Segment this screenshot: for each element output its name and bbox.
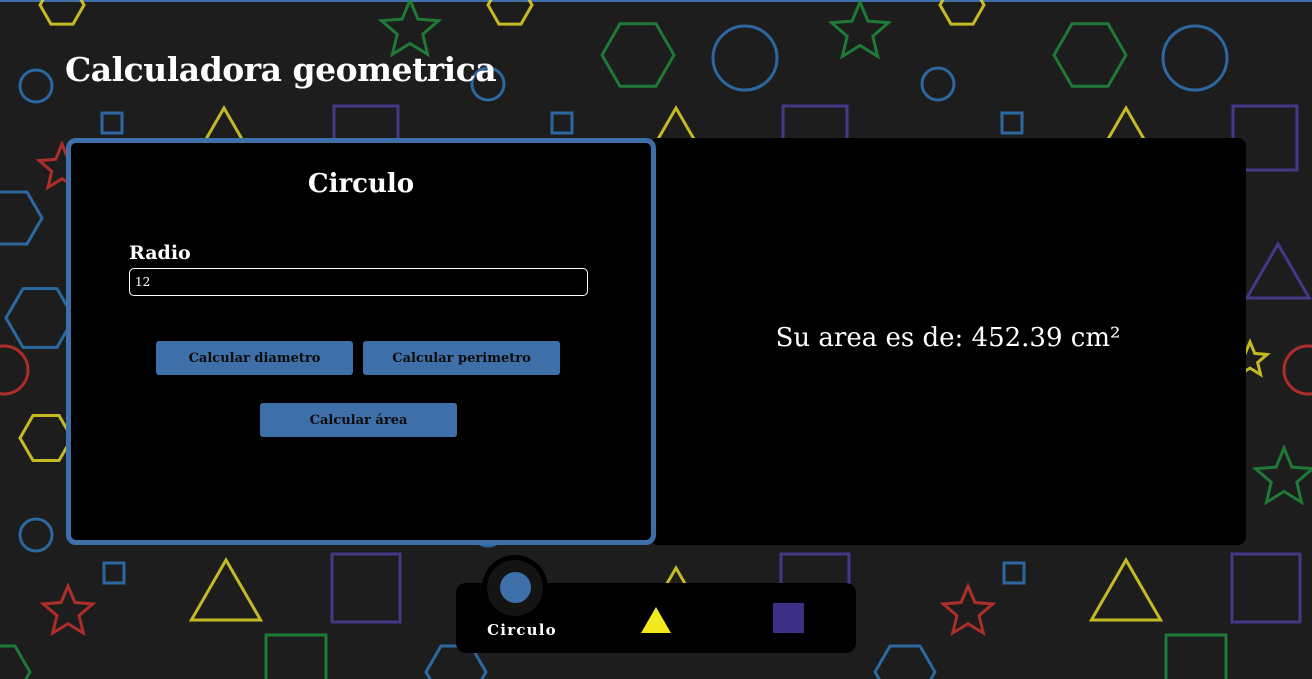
calculator-panel: Circulo Radio Calcular diametro Calcular…: [66, 138, 656, 545]
doodle-tri: [188, 556, 264, 622]
doodle-sq: [100, 111, 124, 135]
doodle-circ: [1282, 344, 1312, 396]
doodle-hex: [38, 0, 86, 26]
doodle-hex: [486, 0, 534, 26]
doodle-tri: [202, 105, 246, 143]
shape-title: Circulo: [307, 169, 415, 199]
app-window: Calculadora geometrica Su area es de: 45…: [0, 0, 1312, 679]
calculate-diameter-button[interactable]: Calcular diametro: [156, 341, 353, 375]
doodle-star: [1251, 444, 1312, 506]
doodle-circ: [18, 68, 54, 104]
doodle-tri: [1104, 105, 1148, 143]
doodle-sq: [102, 561, 126, 585]
doodle-star: [827, 0, 893, 60]
doodle-hex: [1052, 22, 1128, 88]
doodle-hex: [600, 22, 676, 88]
radius-label: Radio: [129, 242, 191, 264]
doodle-sq: [1000, 111, 1024, 135]
doodle-star: [939, 582, 997, 637]
doodle-circ: [711, 24, 779, 92]
doodle-star: [377, 0, 443, 58]
calculate-perimeter-button[interactable]: Calcular perimetro: [363, 341, 560, 375]
doodle-circ: [18, 517, 54, 553]
doodle-tri: [654, 105, 698, 143]
doodle-tri: [1244, 241, 1312, 300]
calculate-area-button[interactable]: Calcular área: [260, 403, 457, 437]
doodle-circ: [1161, 24, 1229, 92]
result-text: Su area es de: 452.39 cm²: [775, 322, 1121, 353]
doodle-star: [39, 582, 97, 637]
doodle-sq: [1002, 561, 1026, 585]
doodle-circ: [920, 66, 956, 102]
doodle-sq: [1164, 633, 1228, 679]
doodle-hex: [0, 644, 32, 679]
doodle-hex: [18, 414, 74, 462]
doodle-sq: [1230, 552, 1302, 624]
doodle-hex: [4, 287, 76, 349]
triangle-icon[interactable]: [640, 606, 672, 634]
result-panel: Su area es de: 452.39 cm²: [650, 138, 1246, 545]
radius-input[interactable]: [129, 268, 588, 296]
circle-icon[interactable]: [500, 572, 531, 603]
doodle-tri: [1088, 556, 1164, 622]
doodle-sq: [550, 111, 574, 135]
doodle-hex: [938, 0, 986, 26]
doodle-hex: [0, 190, 44, 246]
doodle-sq: [330, 552, 402, 624]
nav-item-circulo-label[interactable]: Circulo: [482, 621, 562, 639]
page-title: Calculadora geometrica: [65, 50, 497, 89]
doodle-sq: [264, 633, 328, 679]
doodle-circ: [0, 344, 30, 396]
square-icon[interactable]: [773, 603, 804, 633]
doodle-hex: [873, 644, 937, 679]
